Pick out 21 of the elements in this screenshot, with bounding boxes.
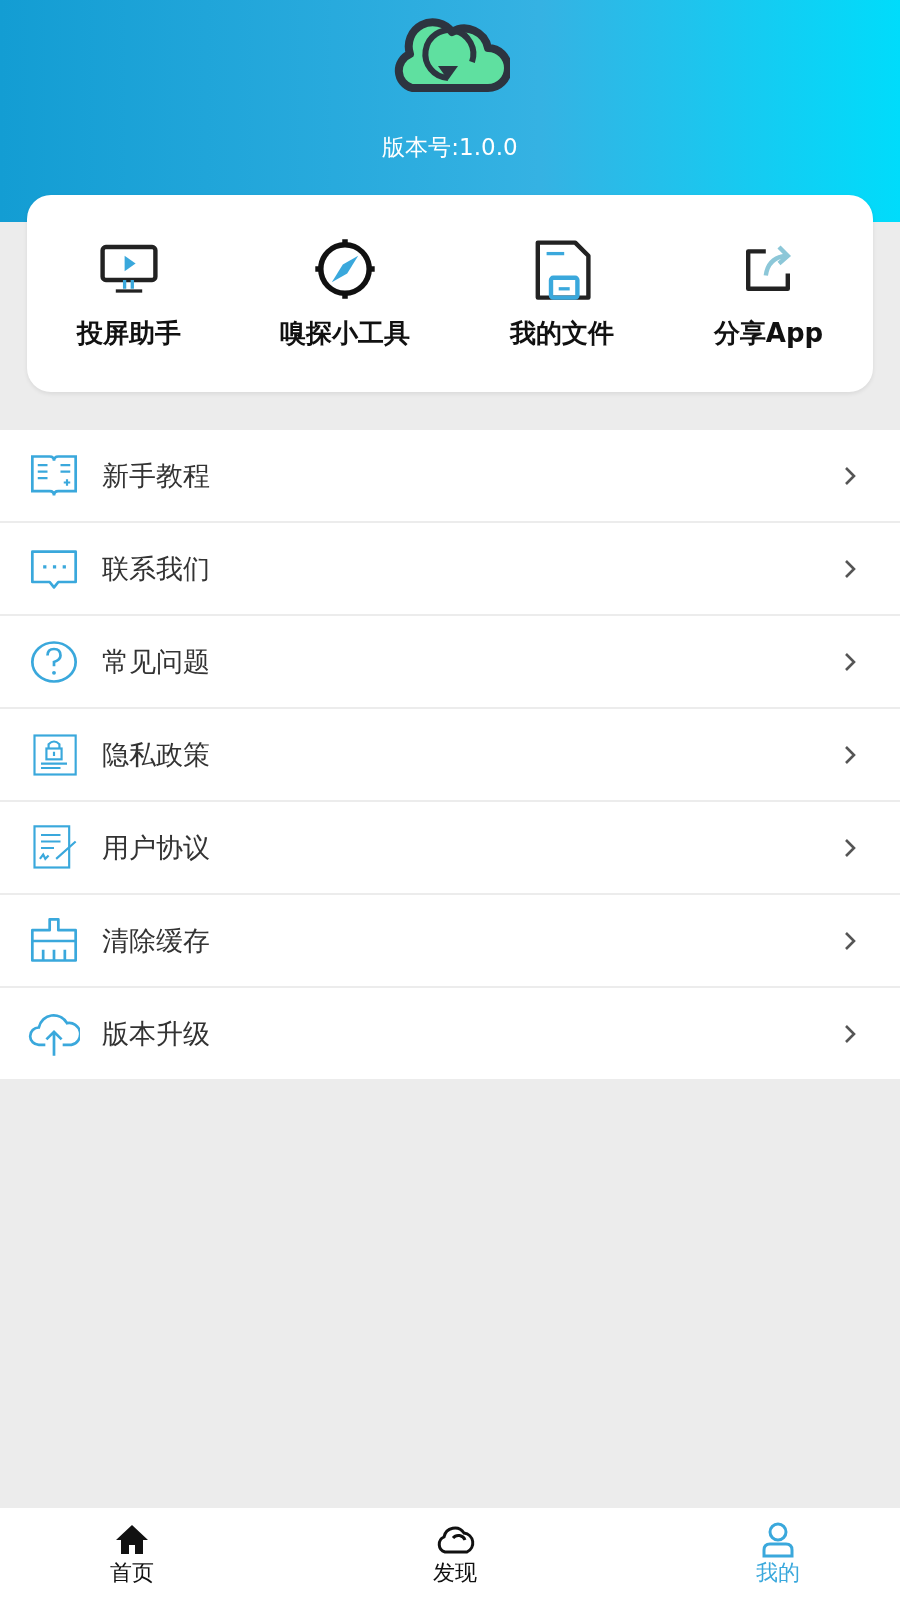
menu-item[interactable]: 用户协议 — [0, 802, 900, 893]
tool-button[interactable]: 我的文件 — [510, 236, 615, 351]
menu-item[interactable]: 隐私政策 — [0, 709, 900, 800]
tab[interactable]: 发现 — [433, 1508, 477, 1600]
menu-item[interactable]: 联系我们 — [0, 523, 900, 614]
chevron-right-icon — [844, 837, 856, 858]
chevron-right-icon — [844, 465, 856, 486]
chevron-right-icon — [844, 930, 856, 951]
menu-item[interactable]: 清除缓存 — [0, 895, 900, 986]
menu-item[interactable]: 常见问题 — [0, 616, 900, 707]
chevron-right-icon — [844, 1023, 856, 1044]
version-text: 版本号:1.0.0 — [382, 133, 518, 162]
menu-item[interactable]: 版本升级 — [0, 988, 900, 1079]
tool-button[interactable]: 分享App — [713, 236, 824, 351]
chevron-right-icon — [844, 651, 856, 672]
tool-button[interactable]: 投屏助手 — [76, 236, 181, 351]
chevron-right-icon — [844, 558, 856, 579]
chevron-right-icon — [844, 744, 856, 765]
menu-item[interactable]: 新手教程 — [0, 430, 900, 521]
tool-button[interactable]: 嗅探小工具 — [280, 236, 411, 351]
tab[interactable]: 首页 — [110, 1508, 154, 1600]
